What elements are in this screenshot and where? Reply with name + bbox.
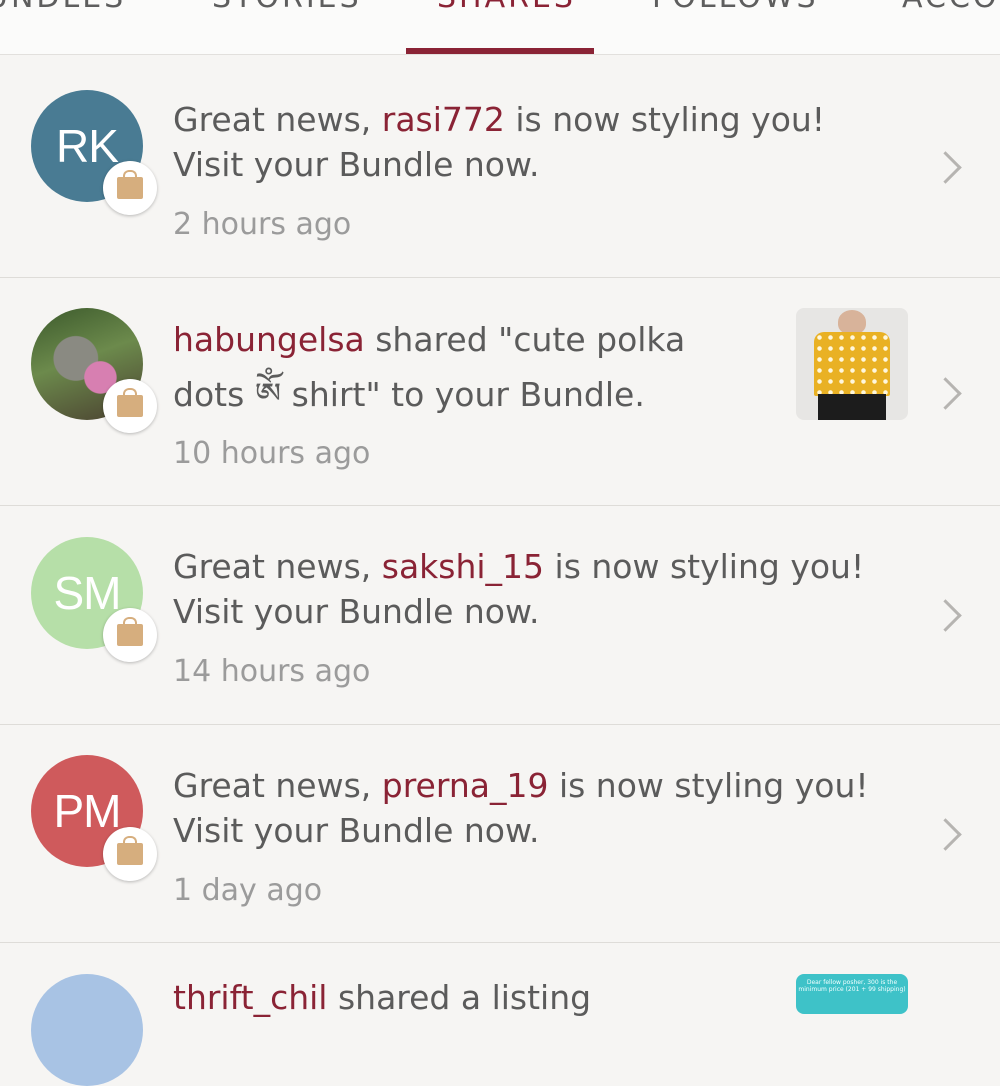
timestamp: 14 hours ago: [173, 654, 371, 689]
listing-thumbnail[interactable]: Dear fellow posher, 300 is the minimum p…: [796, 974, 908, 1014]
listing-thumbnail[interactable]: [796, 308, 908, 420]
timestamp: 1 day ago: [173, 873, 323, 908]
tab-bundles[interactable]: UNDLES: [0, 0, 126, 18]
avatar[interactable]: [31, 974, 143, 1086]
username-link[interactable]: habungelsa: [173, 320, 365, 359]
active-tab-indicator: [406, 48, 594, 54]
tab-bar: UNDLES STORIES SHARES FOLLOWS ACCO: [0, 0, 1000, 55]
notification-message: Great news, sakshi_15 is now styling you…: [173, 547, 865, 631]
chevron-right-icon[interactable]: [929, 599, 962, 632]
notification-row[interactable]: habungelsa shared "cute polka dots ༀ shi…: [0, 278, 1000, 506]
chevron-right-icon[interactable]: [929, 377, 962, 410]
notification-row[interactable]: SM Great news, sakshi_15 is now styling …: [0, 506, 1000, 725]
username-link[interactable]: thrift_chil: [173, 978, 327, 1017]
notification-message: habungelsa shared "cute polka dots ༀ shi…: [173, 320, 686, 414]
username-link[interactable]: sakshi_15: [382, 547, 544, 586]
tab-account[interactable]: ACCO: [902, 0, 1000, 18]
notification-message: Great news, rasi772 is now styling you! …: [173, 100, 826, 184]
shopping-bag-icon: [103, 161, 157, 215]
notification-row[interactable]: RK Great news, rasi772 is now styling yo…: [0, 55, 1000, 278]
shopping-bag-icon: [103, 827, 157, 881]
chevron-right-icon[interactable]: [929, 151, 962, 184]
timestamp: 2 hours ago: [173, 207, 352, 242]
shopping-bag-icon: [103, 608, 157, 662]
chevron-right-icon[interactable]: [929, 818, 962, 851]
tab-shares[interactable]: SHARES: [437, 0, 576, 18]
username-link[interactable]: prerna_19: [382, 766, 549, 805]
notification-message: Great news, prerna_19 is now styling you…: [173, 766, 869, 850]
timestamp: 10 hours ago: [173, 436, 371, 471]
tab-stories[interactable]: STORIES: [212, 0, 362, 18]
notification-message: thrift_chil shared a listing: [173, 978, 592, 1017]
notification-row[interactable]: PM Great news, prerna_19 is now styling …: [0, 725, 1000, 943]
tab-follows[interactable]: FOLLOWS: [652, 0, 819, 18]
username-link[interactable]: rasi772: [382, 100, 505, 139]
shopping-bag-icon: [103, 379, 157, 433]
